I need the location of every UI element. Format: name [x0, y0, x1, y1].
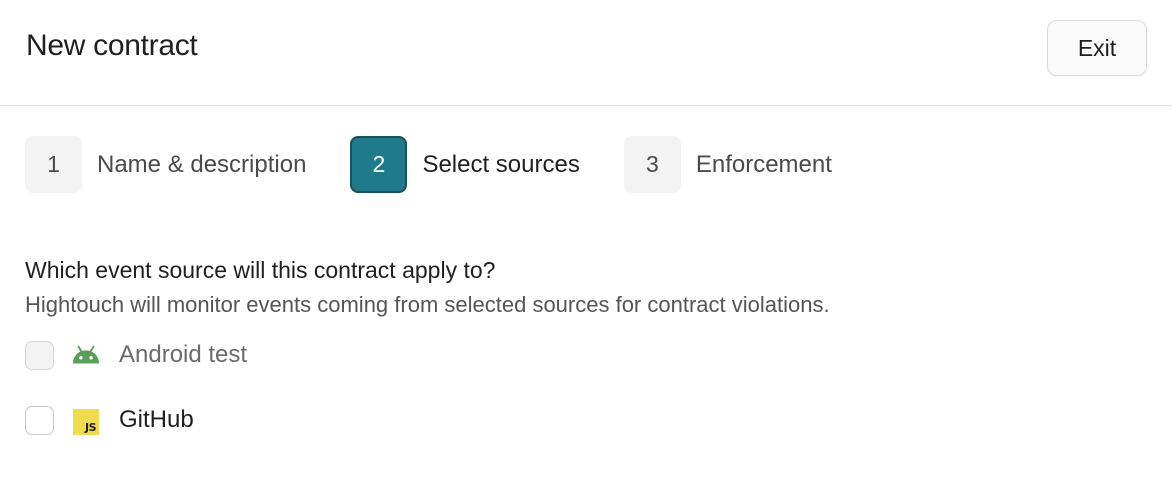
stepper: 1 Name & description 2 Select sources 3 …	[25, 136, 832, 193]
source-label: Android test	[119, 341, 248, 368]
source-description: Hightouch will monitor events coming fro…	[25, 292, 830, 317]
source-checkbox[interactable]	[25, 405, 54, 435]
source-option-github[interactable]: JS GitHub	[25, 405, 194, 435]
step-label: Enforcement	[695, 150, 832, 178]
exit-button[interactable]: Exit	[1047, 20, 1147, 76]
javascript-icon: JS	[71, 405, 101, 435]
step-name-description[interactable]: 1 Name & description	[25, 136, 306, 193]
source-question: Which event source will this contract ap…	[25, 257, 496, 283]
page-title: New contract	[26, 29, 198, 62]
step-label: Name & description	[97, 150, 307, 178]
android-icon	[71, 340, 101, 370]
step-enforcement[interactable]: 3 Enforcement	[623, 136, 832, 193]
source-label: GitHub	[119, 406, 194, 433]
step-number: 2	[350, 136, 408, 193]
step-label: Select sources	[422, 150, 580, 178]
step-select-sources[interactable]: 2 Select sources	[350, 136, 580, 193]
header: New contract Exit	[0, 0, 1172, 106]
javascript-icon-text: JS	[84, 420, 97, 434]
step-number: 3	[623, 136, 681, 193]
source-checkbox[interactable]	[25, 340, 54, 370]
step-number: 1	[25, 136, 82, 193]
source-option-android-test[interactable]: Android test	[25, 340, 247, 370]
